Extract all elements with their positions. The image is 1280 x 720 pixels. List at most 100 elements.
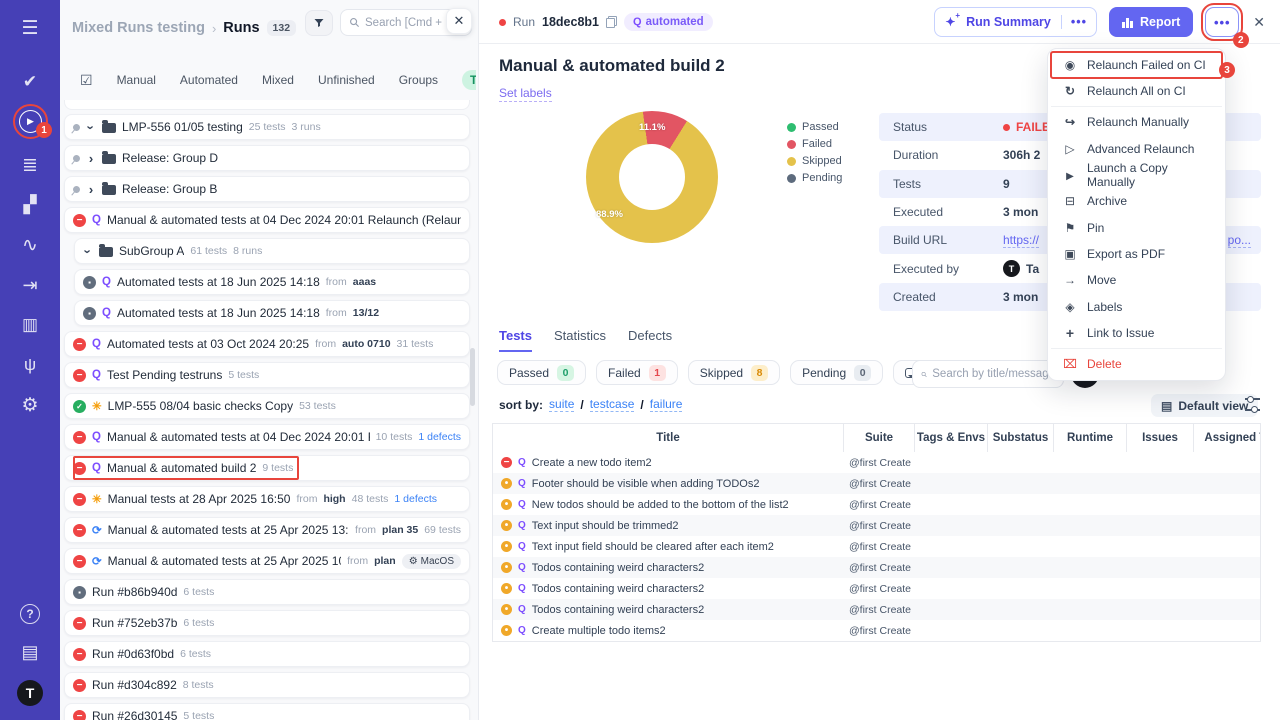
test-table-row[interactable]: Text input field should be cleared after… [493, 536, 1260, 557]
view-selector-button[interactable]: Default view [1151, 394, 1258, 417]
import-icon[interactable] [18, 273, 42, 297]
tests-icon[interactable] [18, 70, 42, 94]
run-list-item[interactable]: Manual & automated tests at 25 Apr 2025 … [64, 548, 470, 574]
run-list-item[interactable]: Run #b86b940d 6 tests [64, 579, 470, 605]
build-url-link[interactable]: https:// [1003, 233, 1039, 248]
status-filter-pill[interactable]: Passed 0 [497, 360, 586, 385]
status-filter-pill[interactable]: Skipped 8 [688, 360, 780, 385]
test-table-row[interactable]: Text input should be trimmed2 @first Cre… [493, 515, 1260, 536]
chevron-icon[interactable] [86, 120, 96, 135]
menu-item[interactable]: Launch a Copy Manually [1051, 162, 1222, 188]
analytics-icon[interactable] [18, 313, 42, 337]
run-list-item[interactable]: Test Pending testruns 5 tests [64, 362, 470, 388]
help-icon[interactable] [20, 604, 40, 624]
test-table-row[interactable]: Todos containing weird characters2 @firs… [493, 578, 1260, 599]
defects-link[interactable]: 1 defects [394, 493, 437, 505]
menu-item[interactable]: Link to Issue [1051, 320, 1222, 349]
copy-icon[interactable] [606, 16, 617, 28]
projects-icon[interactable] [18, 640, 42, 664]
column-settings-icon[interactable] [1245, 398, 1260, 411]
scrollbar-thumb[interactable] [470, 348, 475, 406]
detail-tab[interactable]: Tests [499, 328, 532, 352]
chevron-icon[interactable] [86, 182, 96, 197]
run-list-item[interactable]: Run #d304c892 8 tests [64, 672, 470, 698]
plans-icon[interactable] [18, 153, 42, 177]
test-table-row[interactable]: Create multiple todo items2 @first Creat… [493, 620, 1260, 641]
run-list-item[interactable]: Manual tests at 28 Apr 2025 16:50 from h… [64, 486, 470, 512]
run-summary-more-button[interactable]: ••• [1061, 15, 1096, 29]
run-list-item[interactable]: Manual & automated build 2 9 tests [64, 455, 470, 481]
test-table-row[interactable]: Create a new todo item2 @first Create ..… [493, 452, 1260, 473]
pulse-icon[interactable] [18, 233, 42, 257]
detail-tab[interactable]: Statistics [554, 328, 606, 352]
settings-icon[interactable] [18, 393, 42, 417]
account-avatar[interactable]: T [17, 680, 43, 706]
menu-item-label: Export as PDF [1087, 247, 1165, 261]
table-header-cell[interactable]: Issues [1126, 424, 1193, 452]
status-filter-pill[interactable]: Failed 1 [596, 360, 678, 385]
test-table-row[interactable]: New todos should be added to the bottom … [493, 494, 1260, 515]
branches-icon[interactable] [18, 353, 42, 377]
table-header-cell[interactable]: Assigned To [1193, 424, 1261, 452]
menu-item[interactable]: Relaunch All on CI [1051, 78, 1222, 107]
breadcrumb-project[interactable]: Mixed Runs testing [72, 20, 205, 36]
runs-filter-tab[interactable]: Groups [399, 73, 438, 87]
test-table-row[interactable]: Todos containing weird characters2 @firs… [493, 599, 1260, 620]
menu-item[interactable]: Export as PDF [1051, 241, 1222, 267]
run-list-item[interactable]: Release: Group B [64, 176, 470, 202]
run-list-item[interactable]: Run #752eb37b 6 tests [64, 610, 470, 636]
runs-filter-tab[interactable]: Manual [117, 73, 156, 87]
table-header-cell[interactable]: Title [493, 424, 843, 452]
run-list-item[interactable]: Manual & automated tests at 04 Dec 2024 … [64, 207, 470, 233]
run-list-item[interactable]: Run #26d30145 5 tests [64, 703, 470, 720]
set-labels-link[interactable]: Set labels [499, 86, 552, 102]
chevron-icon[interactable] [86, 151, 96, 166]
test-table-row[interactable]: Footer should be visible when adding TOD… [493, 473, 1260, 494]
run-list-item[interactable]: Release: Group D [64, 145, 470, 171]
table-header-cell[interactable]: Runtime [1053, 424, 1126, 452]
milestones-icon[interactable] [18, 193, 42, 217]
run-list-item[interactable]: Manual & automated tests at 04 Dec 2024 … [64, 424, 470, 450]
run-summary-button[interactable]: Run Summary ••• [934, 7, 1097, 37]
detail-tab[interactable]: Defects [628, 328, 672, 352]
run-list-item[interactable]: LMP-555 08/04 basic checks Copy 53 tests [64, 393, 470, 419]
table-header-cell[interactable]: Substatus [987, 424, 1053, 452]
menu-item[interactable]: Advanced Relaunch [1051, 136, 1222, 162]
build-url-tail[interactable]: po... [1228, 233, 1251, 248]
sort-link-failure[interactable]: failure [650, 397, 683, 412]
menu-item[interactable]: Relaunch Manually [1051, 109, 1222, 135]
menu-item[interactable]: Pin [1051, 214, 1222, 240]
menu-icon[interactable] [18, 16, 42, 40]
status-filter-pill[interactable]: Pending 0 [790, 360, 883, 385]
run-list-item[interactable]: Automated tests at 03 Oct 2024 20:25 fro… [64, 331, 470, 357]
menu-item[interactable]: Archive [1051, 188, 1222, 214]
menu-item[interactable]: Labels [1051, 293, 1222, 319]
table-header-cell[interactable]: Tags & Envs [914, 424, 987, 452]
runs-filter-tab[interactable]: Mixed [262, 73, 294, 87]
menu-item[interactable]: Relaunch Failed on CI [1051, 52, 1222, 78]
runs-filter-tab[interactable]: Unfinished [318, 73, 375, 87]
run-list-item[interactable]: Automated tests at 18 Jun 2025 14:18 fro… [74, 300, 470, 326]
defects-link[interactable]: 1 defects [418, 431, 461, 443]
close-detail-button[interactable]: ✕ [1253, 14, 1265, 31]
test-table-row[interactable]: Todos containing weird characters2 @firs… [493, 557, 1260, 578]
run-list-item[interactable]: Run #0d63f0bd 6 tests [64, 641, 470, 667]
run-list-item[interactable]: LMP-556 01/05 testing 25 tests 3 runs [64, 114, 470, 140]
menu-item[interactable]: Move [1051, 267, 1222, 293]
chevron-icon[interactable] [83, 244, 93, 259]
sort-link-testcase[interactable]: testcase [590, 397, 635, 412]
more-actions-button[interactable]: ••• 2 [1205, 7, 1239, 37]
tests-search-input[interactable]: Search by title/message [912, 360, 1064, 388]
filter-button[interactable] [305, 10, 333, 36]
panel-close-button[interactable]: ✕ [446, 8, 472, 34]
select-runs-icon[interactable]: ☑ [80, 72, 93, 89]
run-list-item[interactable]: Automated tests at 18 Jun 2025 14:18 fro… [74, 269, 470, 295]
sort-link-suite[interactable]: suite [549, 397, 574, 412]
report-button[interactable]: Report [1109, 7, 1193, 37]
menu-item[interactable]: Delete [1051, 351, 1222, 377]
runs-filter-tab[interactable]: Automated [180, 73, 238, 87]
run-list-item[interactable]: SubGroup A 61 tests 8 runs [74, 238, 470, 264]
table-header-cell[interactable]: Suite [843, 424, 914, 452]
run-list-item[interactable]: Manual & automated tests at 25 Apr 2025 … [64, 517, 470, 543]
runs-filter-tab[interactable]: To [462, 70, 476, 90]
